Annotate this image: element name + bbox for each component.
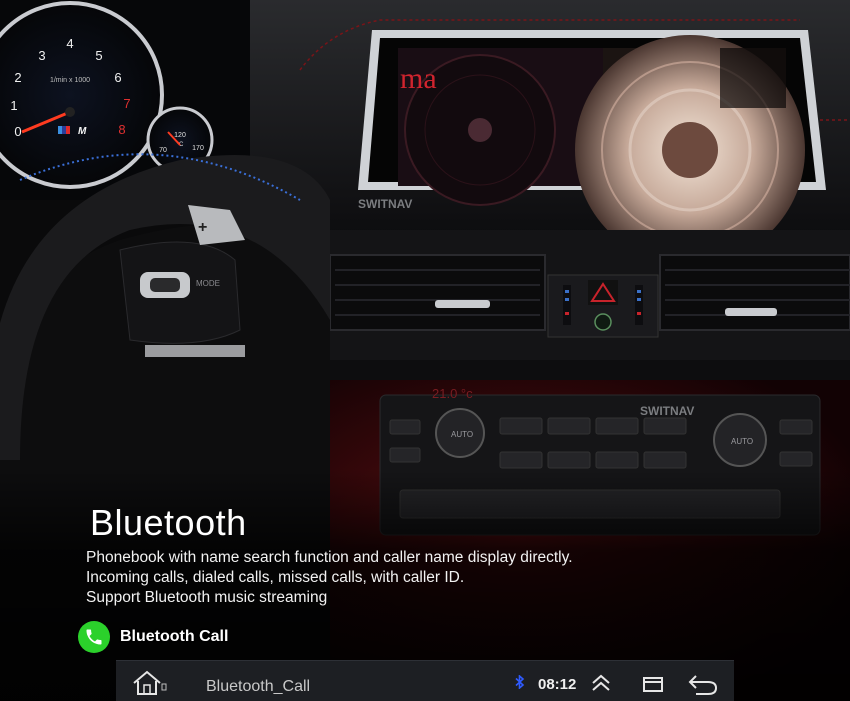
rpm-tick-8: 8 — [118, 122, 125, 137]
climate-temp: 21.0 °c — [432, 386, 473, 401]
knob-left-label: AUTO — [451, 430, 473, 439]
description-line-1: Phonebook with name search function and … — [86, 549, 573, 566]
phone-icon — [78, 621, 110, 653]
rpm-tick-7: 7 — [123, 96, 130, 111]
rpm-tick-4: 4 — [66, 36, 73, 51]
description-line-2: Incoming calls, dialed calls, missed cal… — [86, 569, 465, 586]
bluetooth-icon — [515, 675, 525, 689]
home-icon[interactable] — [130, 669, 168, 697]
description-line-3: Support Bluetooth music streaming — [86, 589, 328, 606]
watermark-console: SWITNAV — [640, 404, 694, 418]
svg-text:M: M — [78, 126, 87, 137]
feature-title: Bluetooth — [90, 502, 247, 543]
feature-description: Phonebook with name search function and … — [86, 548, 573, 608]
rpm-unit: 1/min x 1000 — [50, 77, 90, 84]
knob-right-label: AUTO — [731, 437, 753, 446]
temp-tick-70: 70 — [159, 147, 167, 154]
recent-apps-icon[interactable] — [640, 675, 666, 693]
bluetooth-call-label: Bluetooth Call — [120, 628, 229, 645]
chevron-up-icon[interactable] — [590, 674, 612, 692]
rpm-tick-5: 5 — [95, 48, 102, 63]
rpm-tick-2: 2 — [14, 70, 21, 85]
svg-text:+: + — [198, 219, 207, 236]
rpm-tick-3: 3 — [38, 48, 45, 63]
temp-tick-170: 170 — [192, 145, 204, 152]
bluetooth-call-feature: Bluetooth Call — [78, 620, 228, 654]
svg-text:ma: ma — [400, 62, 437, 95]
rpm-tick-0: 0 — [14, 124, 21, 139]
rpm-tick-6: 6 — [114, 70, 121, 85]
current-app-name: Bluetooth_Call — [206, 678, 311, 695]
clock: 08:12 — [538, 676, 577, 693]
watermark-top: SWITNAV — [358, 197, 412, 211]
mode-label: MODE — [196, 279, 220, 288]
temp-tick-120: 120 — [174, 132, 186, 139]
rpm-tick-1: 1 — [10, 98, 17, 113]
android-status-bar: Bluetooth_Call 08:12 — [116, 660, 734, 701]
back-icon[interactable] — [686, 672, 720, 696]
